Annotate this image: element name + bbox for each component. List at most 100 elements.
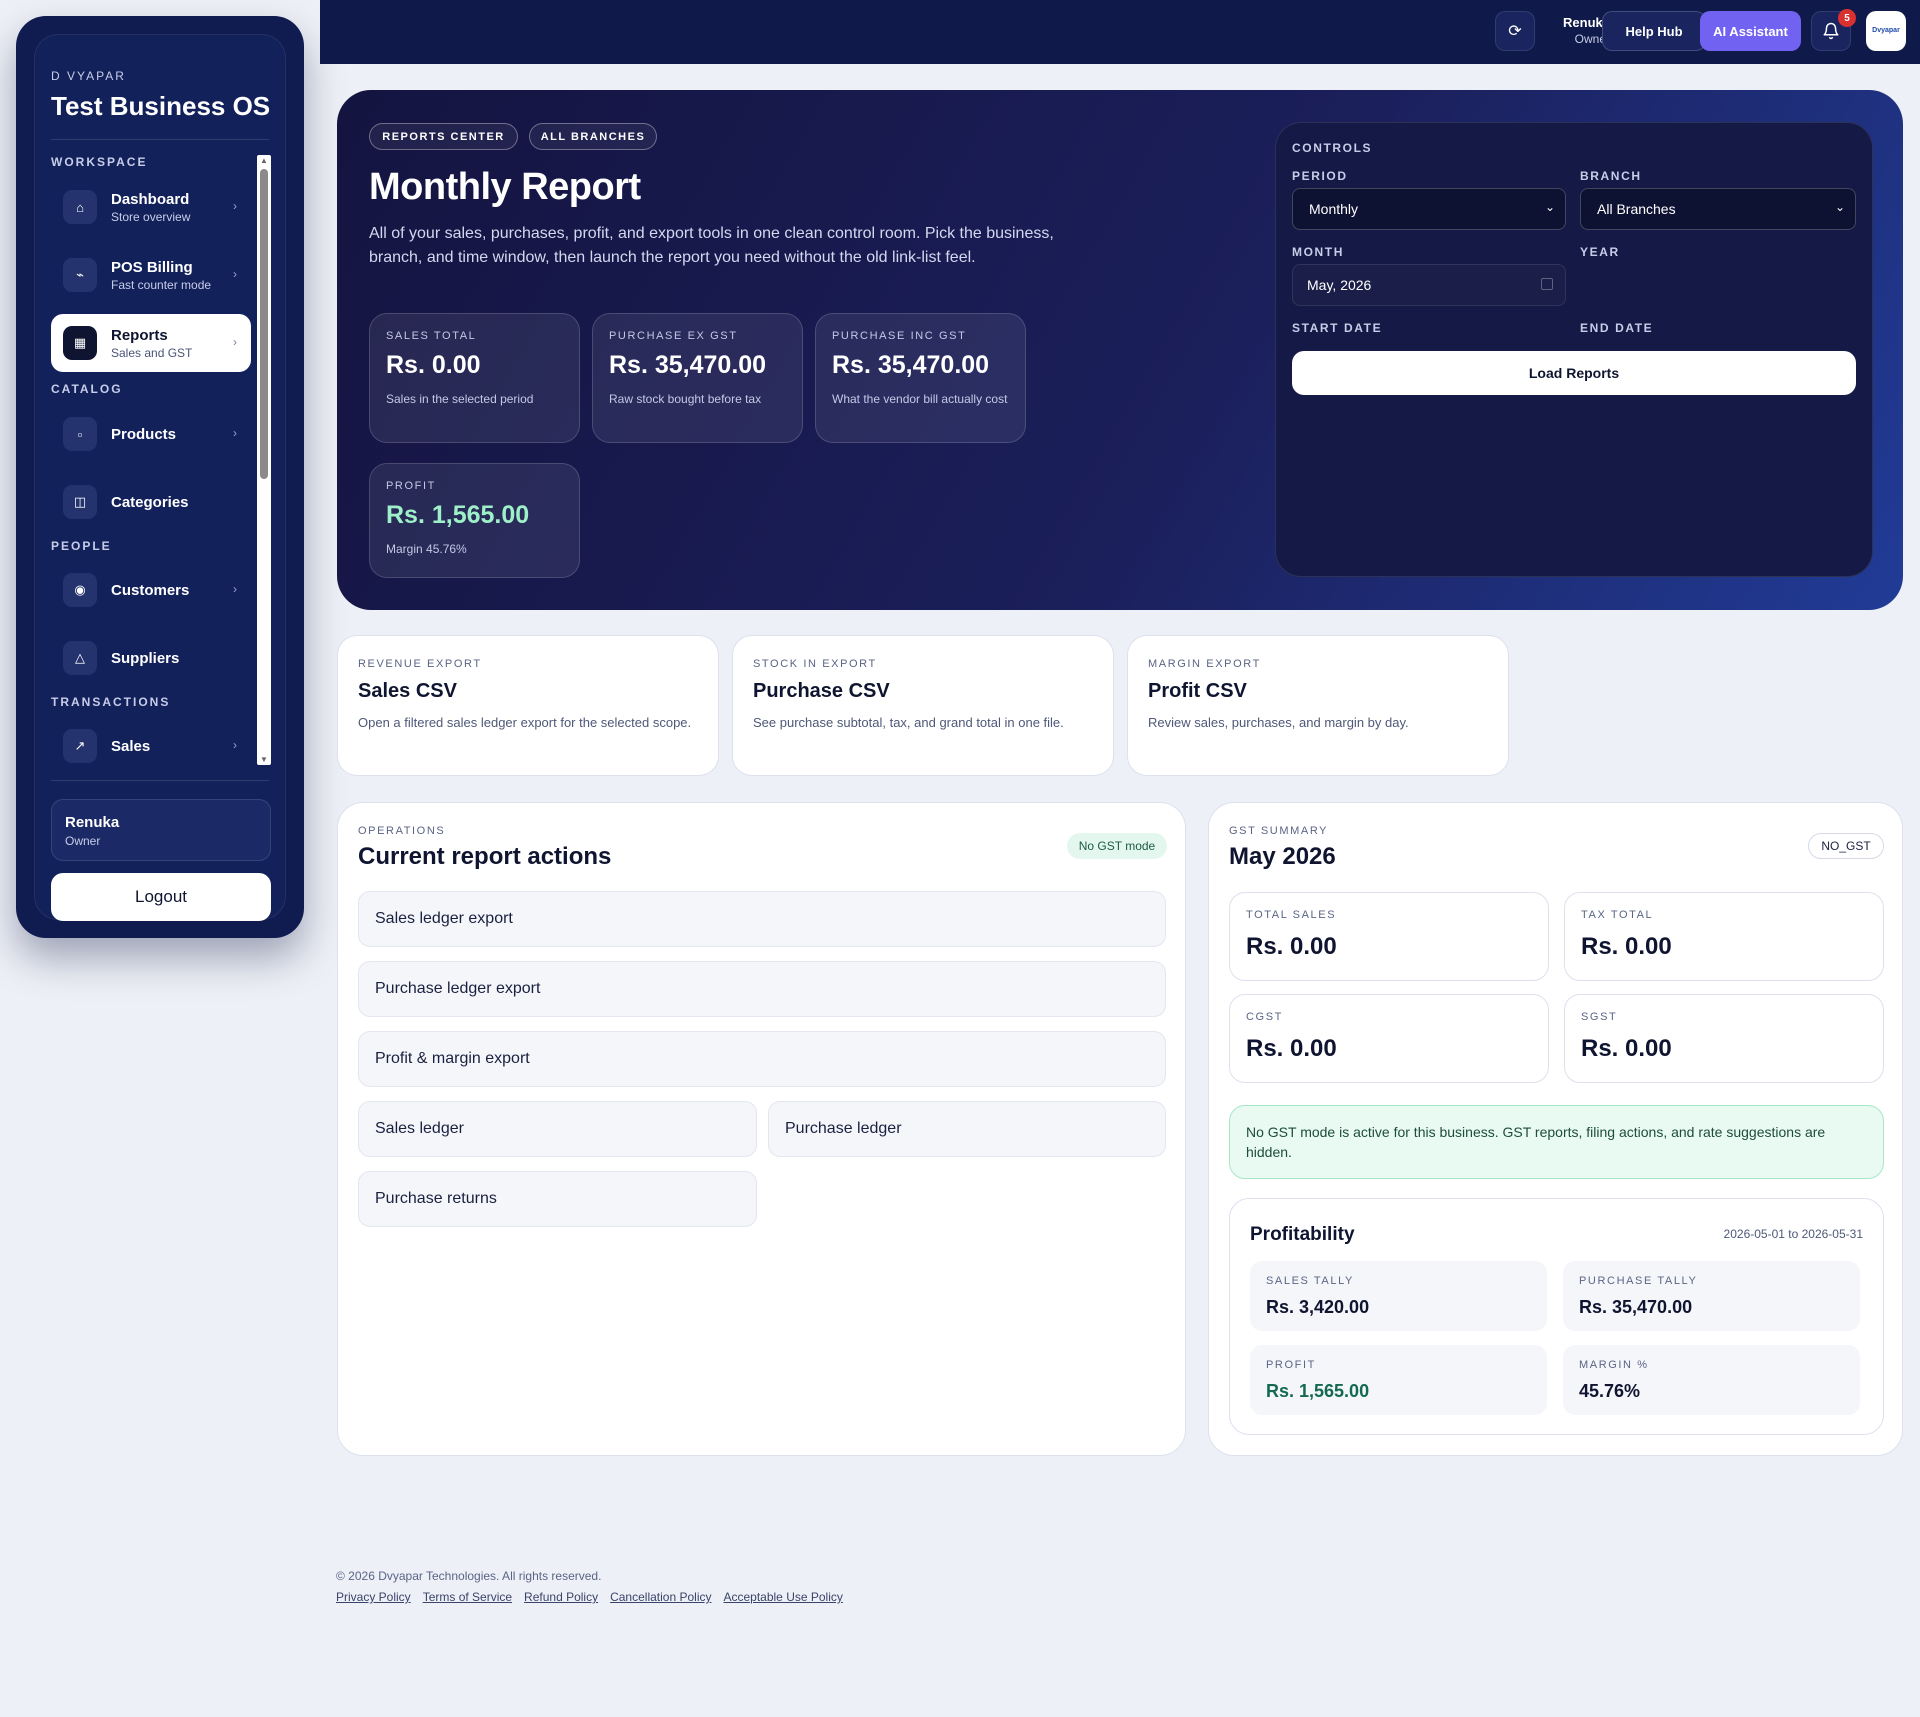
sales-icon: ↗ (63, 729, 97, 763)
branch-label: BRANCH (1580, 169, 1642, 183)
cell-value: Rs. 35,470.00 (1579, 1297, 1693, 1317)
export-card-purchase[interactable]: STOCK IN EXPORT Purchase CSV See purchas… (732, 635, 1114, 776)
sidebar-item-dashboard[interactable]: ⌂ Dashboard Store overview › (51, 178, 251, 236)
operations-key: OPERATIONS (358, 825, 446, 837)
sidebar-panel: D VYAPAR Test Business OS WORKSPACE ⌂ Da… (34, 34, 286, 921)
sidebar-item-label: Products (111, 425, 177, 443)
terms-link[interactable]: Terms of Service (423, 1590, 512, 1604)
gst-card-key: TOTAL SALES (1246, 909, 1337, 921)
cancellation-policy-link[interactable]: Cancellation Policy (610, 1590, 711, 1604)
period-select[interactable]: Monthly ⌄ (1292, 188, 1566, 230)
topbar-user-name: Renuka (1563, 15, 1610, 30)
no-gst-badge: No GST mode (1067, 833, 1167, 859)
stat-desc: Sales in the selected period (386, 392, 534, 406)
sidebar-item-reports[interactable]: ▦ Reports Sales and GST › (51, 314, 251, 372)
chevron-right-icon: › (233, 267, 237, 281)
export-key: MARGIN EXPORT (1148, 658, 1261, 670)
stat-desc: Raw stock bought before tax (609, 392, 762, 406)
sidebar-user-role: Owner (65, 834, 101, 848)
home-icon: ⌂ (63, 190, 97, 224)
notification-badge: 5 (1838, 9, 1856, 27)
stat-key: PROFIT (386, 480, 436, 492)
sidebar-item-suppliers[interactable]: △ Suppliers (51, 629, 251, 687)
controls-panel: CONTROLS PERIOD Monthly ⌄ BRANCH All Bra… (1275, 122, 1873, 577)
gst-card-value: Rs. 0.00 (1581, 933, 1672, 960)
action-purchase-ledger[interactable]: Purchase ledger (768, 1101, 1166, 1157)
export-card-sales[interactable]: REVENUE EXPORT Sales CSV Open a filtered… (337, 635, 719, 776)
chevron-right-icon: › (233, 199, 237, 213)
branch-value: All Branches (1597, 201, 1676, 217)
topbar-user: Renuka Owner (1546, 15, 1610, 46)
stat-purchase-inc-gst: PURCHASE INC GST Rs. 35,470.00 What the … (815, 313, 1026, 443)
ai-assistant-button[interactable]: AI Assistant (1700, 11, 1801, 51)
gst-card-tax-total: TAX TOTAL Rs. 0.00 (1564, 892, 1884, 981)
action-purchase-ledger-export[interactable]: Purchase ledger export (358, 961, 1166, 1017)
sidebar-item-label: Reports (111, 326, 168, 344)
export-desc: Review sales, purchases, and margin by d… (1148, 715, 1409, 730)
branch-select[interactable]: All Branches ⌄ (1580, 188, 1856, 230)
logout-button[interactable]: Logout (51, 873, 271, 921)
sidebar-item-customers[interactable]: ◉ Customers › (51, 561, 251, 619)
stat-desc: Margin 45.76% (386, 542, 467, 556)
gst-card-key: CGST (1246, 1011, 1283, 1023)
cell-key: SALES TALLY (1266, 1275, 1354, 1287)
sidebar: D VYAPAR Test Business OS WORKSPACE ⌂ Da… (16, 16, 304, 938)
privacy-policy-link[interactable]: Privacy Policy (336, 1590, 411, 1604)
gst-card-key: TAX TOTAL (1581, 909, 1654, 921)
logo-icon[interactable]: Dvyapar (1866, 11, 1906, 51)
cell-value: Rs. 3,420.00 (1266, 1297, 1370, 1317)
sidebar-nav: WORKSPACE ⌂ Dashboard Store overview › ⌁… (51, 155, 251, 765)
sidebar-user-card: Renuka Owner (51, 799, 271, 861)
categories-icon: ◫ (63, 485, 97, 519)
sidebar-item-products[interactable]: ▫ Products › (51, 405, 251, 463)
suppliers-icon: △ (63, 641, 97, 675)
stat-sales-total: SALES TOTAL Rs. 0.00 Sales in the select… (369, 313, 580, 443)
export-desc: See purchase subtotal, tax, and grand to… (753, 715, 1064, 730)
export-card-profit[interactable]: MARGIN EXPORT Profit CSV Review sales, p… (1127, 635, 1509, 776)
stat-key: PURCHASE EX GST (609, 330, 738, 342)
calendar-icon[interactable] (1541, 278, 1553, 290)
gst-card-total-sales: TOTAL SALES Rs. 0.00 (1229, 892, 1549, 981)
sidebar-divider (51, 780, 269, 781)
sidebar-scrollbar[interactable]: ▲ ▼ (257, 155, 271, 765)
scroll-up-icon[interactable]: ▲ (260, 156, 268, 165)
month-value: May, 2026 (1307, 277, 1372, 293)
refund-policy-link[interactable]: Refund Policy (524, 1590, 598, 1604)
sidebar-user-name: Renuka (65, 814, 120, 831)
export-title: Profit CSV (1148, 680, 1247, 702)
stat-profit: PROFIT Rs. 1,565.00 Margin 45.76% (369, 463, 580, 578)
action-sales-ledger[interactable]: Sales ledger (358, 1101, 757, 1157)
help-hub-button[interactable]: Help Hub (1602, 11, 1706, 51)
operations-title: Current report actions (358, 843, 612, 870)
gst-title: May 2026 (1229, 843, 1336, 870)
stat-value: Rs. 35,470.00 (609, 351, 767, 379)
month-input[interactable]: May, 2026 (1292, 264, 1566, 306)
period-value: Monthly (1309, 201, 1359, 217)
acceptable-use-link[interactable]: Acceptable Use Policy (723, 1590, 842, 1604)
chevron-right-icon: › (233, 738, 237, 752)
hero-panel: REPORTS CENTER ALL BRANCHES Monthly Repo… (337, 90, 1903, 610)
sidebar-divider (51, 139, 269, 140)
page-title: Monthly Report (369, 166, 641, 208)
profitability-card: Profitability 2026-05-01 to 2026-05-31 S… (1229, 1198, 1884, 1435)
stat-purchase-ex-gst: PURCHASE EX GST Rs. 35,470.00 Raw stock … (592, 313, 803, 443)
sidebar-item-pos-billing[interactable]: ⌁ POS Billing Fast counter mode › (51, 246, 251, 304)
action-profit-margin-export[interactable]: Profit & margin export (358, 1031, 1166, 1087)
purchase-tally-cell: PURCHASE TALLY Rs. 35,470.00 (1563, 1261, 1860, 1331)
sidebar-item-categories[interactable]: ◫ Categories (51, 473, 251, 531)
scroll-down-icon[interactable]: ▼ (260, 755, 268, 764)
page-description: All of your sales, purchases, profit, an… (369, 225, 1054, 266)
year-label: YEAR (1580, 245, 1620, 259)
sidebar-item-label: POS Billing (111, 258, 193, 276)
pos-icon: ⌁ (63, 258, 97, 292)
profitability-range: 2026-05-01 to 2026-05-31 (1723, 1227, 1863, 1241)
action-sales-ledger-export[interactable]: Sales ledger export (358, 891, 1166, 947)
export-key: REVENUE EXPORT (358, 658, 482, 670)
refresh-icon[interactable]: ⟳ (1495, 11, 1535, 51)
sidebar-item-sales[interactable]: ↗ Sales › (51, 717, 251, 765)
action-purchase-returns[interactable]: Purchase returns (358, 1171, 757, 1227)
export-title: Purchase CSV (753, 680, 890, 702)
scrollbar-thumb[interactable] (260, 169, 268, 479)
profit-cell: PROFIT Rs. 1,565.00 (1250, 1345, 1547, 1415)
load-reports-button[interactable]: Load Reports (1292, 351, 1856, 395)
